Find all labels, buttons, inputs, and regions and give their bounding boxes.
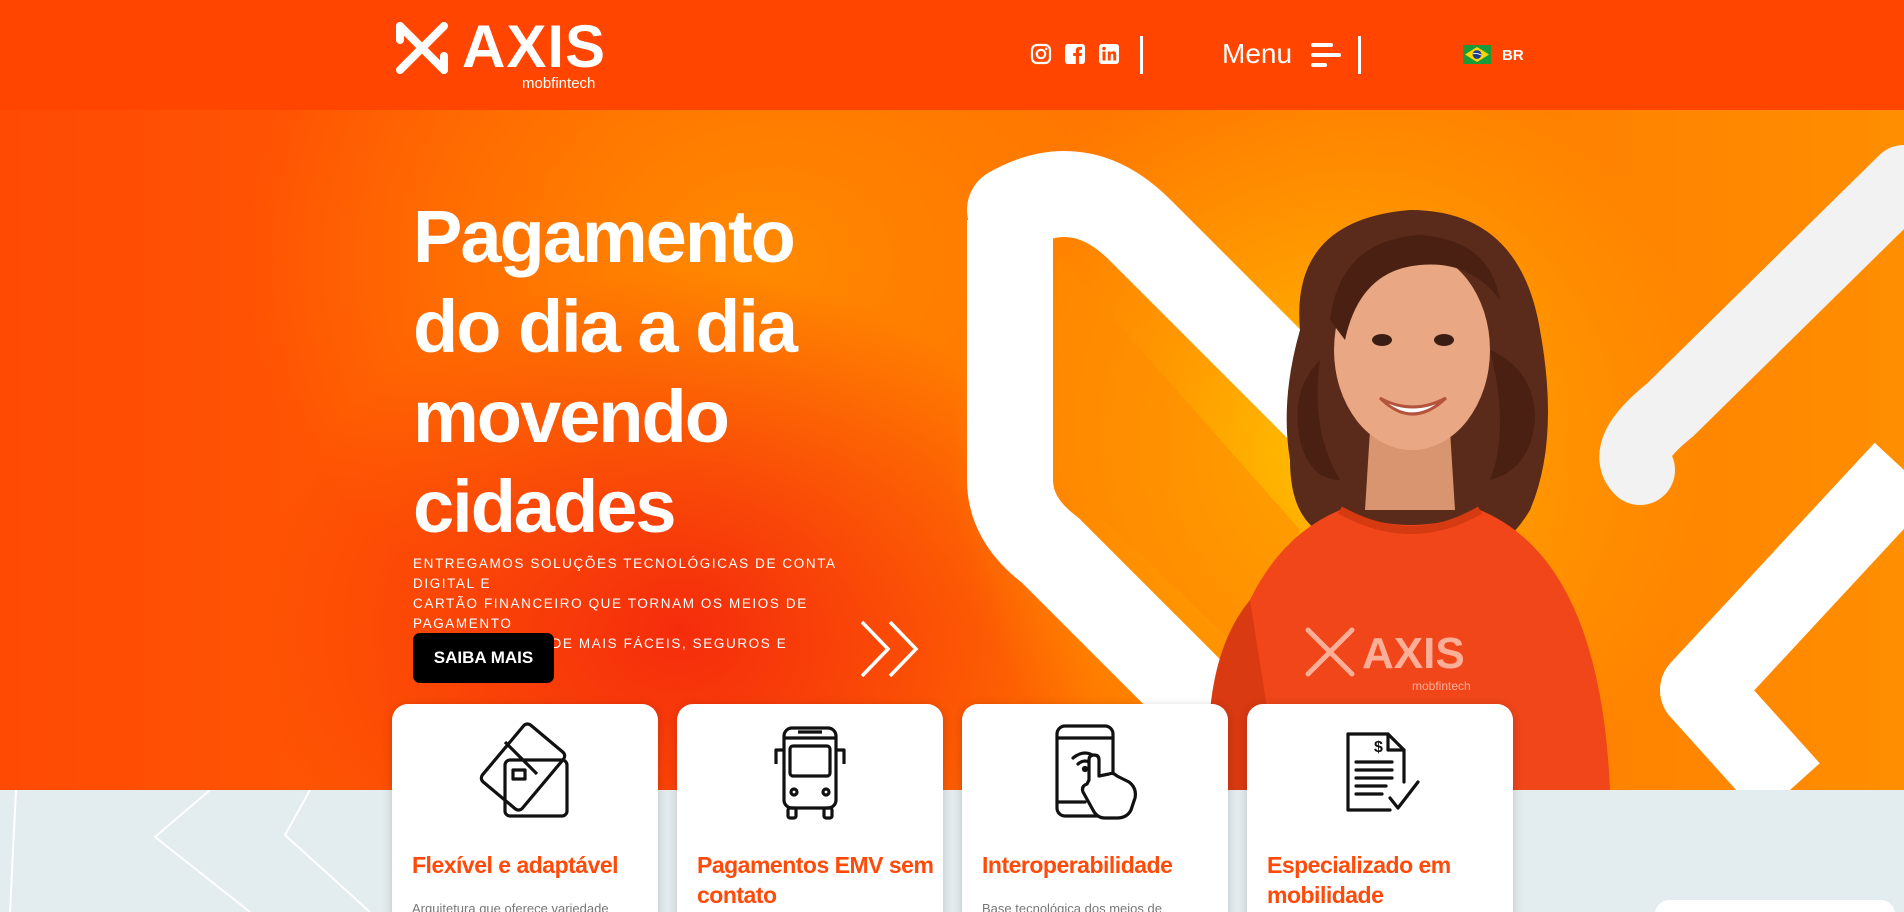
site-header: AXIS mobfintech Menu BR bbox=[0, 0, 1904, 110]
feature-card[interactable]: Flexível e adaptável Arquitetura que ofe… bbox=[392, 704, 658, 912]
feature-card-title: Especializado em mobilidade bbox=[1267, 850, 1507, 910]
header-divider bbox=[1140, 36, 1143, 74]
invoice-check-icon: $ bbox=[1346, 732, 1420, 812]
card-title-line: mobilidade bbox=[1267, 882, 1384, 908]
feature-card-title: Pagamentos EMV sem contato bbox=[697, 850, 937, 910]
linkedin-icon[interactable] bbox=[1098, 43, 1120, 65]
axis-logo-mark-icon bbox=[396, 22, 448, 74]
brazil-flag-icon[interactable] bbox=[1463, 45, 1491, 64]
hamburger-menu-icon[interactable] bbox=[1311, 42, 1341, 68]
feature-card[interactable]: $ Especializado em mobilidade bbox=[1247, 704, 1513, 912]
feature-card-description: Arquitetura que oferece variedade bbox=[412, 901, 609, 912]
card-title-line: Pagamentos EMV sem bbox=[697, 852, 934, 878]
features-section-background bbox=[0, 790, 1904, 912]
instagram-icon[interactable] bbox=[1030, 43, 1052, 65]
feature-card[interactable]: Pagamentos EMV sem contato bbox=[677, 704, 943, 912]
card-title-line: Especializado em bbox=[1267, 852, 1451, 878]
card-title-line: Flexível e adaptável bbox=[412, 852, 619, 878]
woman-smiling-photo: AXIS mobfintech bbox=[1208, 210, 1610, 790]
menu-label[interactable]: Menu bbox=[1222, 38, 1292, 70]
card-title-line: Interoperabilidade bbox=[982, 852, 1173, 878]
hero-description-line: ENTREGAMOS SOLUÇÕES TECNOLÓGICAS DE CONT… bbox=[413, 556, 836, 591]
hero-description-line: CARTÃO FINANCEIRO QUE TORNAM OS MEIOS DE… bbox=[413, 596, 808, 631]
logo-subtitle: mobfintech bbox=[522, 75, 596, 92]
shirt-logo-text: AXIS bbox=[1362, 629, 1465, 678]
hero-title-line: cidades bbox=[413, 465, 677, 548]
feature-card-title: Flexível e adaptável bbox=[412, 850, 652, 880]
hero-title-line: movendo bbox=[413, 375, 730, 458]
axis-logo[interactable]: AXIS mobfintech bbox=[394, 13, 614, 94]
language-selector[interactable]: BR bbox=[1502, 47, 1524, 64]
feature-card-title: Interoperabilidade bbox=[982, 850, 1222, 880]
bus-icon bbox=[774, 726, 846, 820]
credit-cards-icon bbox=[479, 722, 569, 818]
double-chevron-right-icon[interactable] bbox=[860, 620, 924, 678]
svg-text:$: $ bbox=[1374, 739, 1383, 756]
shirt-logo-subtitle: mobfintech bbox=[1412, 679, 1471, 693]
feature-card[interactable]: Interoperabilidade Base tecnológica dos … bbox=[962, 704, 1228, 912]
decorative-lines bbox=[9, 790, 371, 912]
hero-title-line: do dia a dia bbox=[413, 285, 798, 368]
hero-title-line: Pagamento bbox=[413, 195, 796, 278]
hero-banner: AXIS mobfintech Pagamento do dia a dia m… bbox=[0, 110, 1904, 790]
saiba-mais-button[interactable]: SAIBA MAIS bbox=[413, 633, 554, 683]
logo-text: AXIS bbox=[462, 13, 607, 80]
card-title-line: contato bbox=[697, 882, 777, 908]
floating-widget[interactable] bbox=[1655, 900, 1895, 912]
header-divider bbox=[1358, 36, 1361, 74]
contactless-phone-icon bbox=[1055, 724, 1137, 820]
hero-title: Pagamento do dia a dia movendo cidades bbox=[413, 192, 973, 552]
facebook-icon[interactable] bbox=[1064, 43, 1086, 65]
feature-card-description: Base tecnológica dos meios de bbox=[982, 901, 1162, 912]
